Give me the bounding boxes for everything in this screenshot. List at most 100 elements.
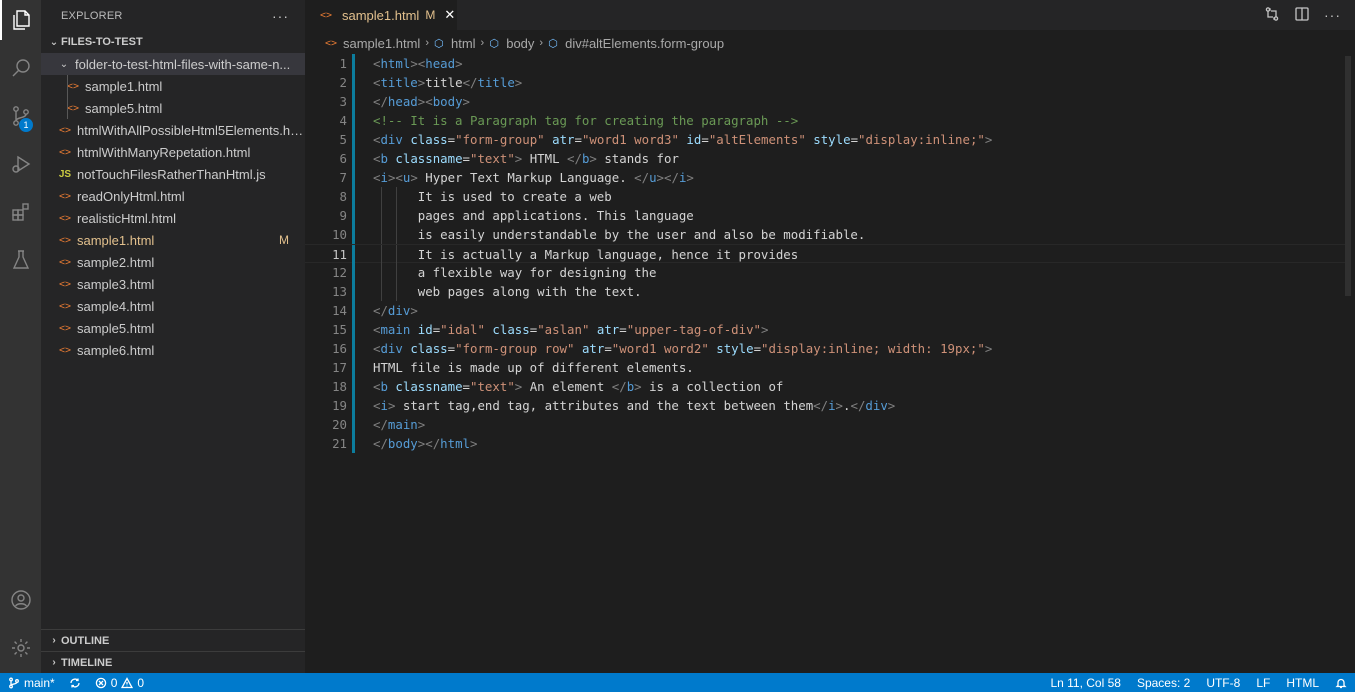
- notifications-bell-icon[interactable]: [1335, 677, 1347, 689]
- tree-item[interactable]: <> htmlWithAllPossibleHtml5Elements.html: [41, 119, 305, 141]
- code-line[interactable]: 6 <b classname="text"> HTML </b> stands f…: [305, 149, 1345, 168]
- tree-item[interactable]: <> sample5.html: [41, 97, 305, 119]
- code-line[interactable]: 17 HTML file is made up of different elem…: [305, 358, 1345, 377]
- code-line[interactable]: 18 <b classname="text"> An element </b> i…: [305, 377, 1345, 396]
- code-line[interactable]: 4 <!-- It is a Paragraph tag for creating…: [305, 111, 1345, 130]
- open-changes-icon[interactable]: [1264, 6, 1280, 25]
- code-editor[interactable]: 1 <html><head> 2 <title>title</title> 3 </hea…: [305, 54, 1355, 673]
- code-line[interactable]: 15 <main id="idal" class="aslan" atr="upp…: [305, 320, 1345, 339]
- tab-sample1-html[interactable]: <> sample1.html M ✕: [305, 0, 457, 30]
- cursor-position[interactable]: Ln 11, Col 58: [1050, 676, 1121, 690]
- tree-item[interactable]: <> sample6.html: [41, 339, 305, 361]
- workspace-title: FILES-TO-TEST: [61, 36, 143, 48]
- code-line[interactable]: 11 It is actually a Markup language, hen…: [305, 244, 1345, 264]
- line-number: 21: [332, 436, 347, 451]
- tree-item-label: sample1.html: [77, 232, 155, 248]
- tree-item[interactable]: <> htmlWithManyRepetation.html: [41, 141, 305, 163]
- tree-item[interactable]: <> sample2.html: [41, 251, 305, 273]
- code-line[interactable]: 8 It is used to create a web: [305, 187, 1345, 206]
- tree-item[interactable]: <> sample3.html: [41, 273, 305, 295]
- code-line[interactable]: 9 pages and applications. This language: [305, 206, 1345, 225]
- tree-item-label: folder-to-test-html-files-with-same-n...: [75, 56, 291, 72]
- problems-status[interactable]: 0 0: [95, 676, 144, 690]
- code-line[interactable]: 14 </div>: [305, 301, 1345, 320]
- js-file-icon: JS: [58, 168, 72, 180]
- split-editor-icon[interactable]: [1294, 6, 1310, 25]
- code-line[interactable]: 12 a flexible way for designing the: [305, 263, 1345, 282]
- tree-item[interactable]: JS notTouchFilesRatherThanHtml.js: [41, 163, 305, 185]
- tree-item-label: htmlWithAllPossibleHtml5Elements.html: [77, 122, 305, 138]
- editor-group: <> sample1.html M ✕ ··· <> sample1.html …: [305, 0, 1355, 673]
- language-mode[interactable]: HTML: [1286, 676, 1319, 690]
- code-line[interactable]: 5 <div class="form-group" atr="word1 word…: [305, 130, 1345, 149]
- element-cube-icon: ⬡: [433, 37, 444, 50]
- chevron-right-icon: ›: [52, 657, 56, 668]
- breadcrumb-item[interactable]: div#altElements.form-group: [565, 36, 724, 51]
- settings-gear-icon[interactable]: [0, 628, 41, 668]
- chevron-down-icon: ⌄: [49, 36, 59, 48]
- end-of-line[interactable]: LF: [1256, 676, 1270, 690]
- code-line[interactable]: 1 <html><head>: [305, 54, 1345, 73]
- code-line[interactable]: 2 <title>title</title>: [305, 73, 1345, 92]
- outline-title: OUTLINE: [61, 634, 110, 647]
- code-text: <main id="idal" class="aslan" atr="upper…: [373, 322, 769, 337]
- sync-status[interactable]: [69, 677, 81, 689]
- outline-section[interactable]: › OUTLINE: [41, 629, 305, 651]
- tree-item[interactable]: <> readOnlyHtml.html: [41, 185, 305, 207]
- code-line[interactable]: 3 </head><body>: [305, 92, 1345, 111]
- code-line[interactable]: 13 web pages along with the text.: [305, 282, 1345, 301]
- line-number: 16: [332, 341, 347, 356]
- chevron-down-icon: ⌄: [59, 58, 69, 70]
- run-debug-icon[interactable]: [0, 144, 41, 184]
- encoding[interactable]: UTF-8: [1206, 676, 1240, 690]
- line-number: 3: [339, 94, 347, 109]
- code-text: It is used to create a web: [373, 189, 612, 204]
- scrollbar-thumb[interactable]: [1345, 56, 1351, 296]
- timeline-section[interactable]: › TIMELINE: [41, 651, 305, 673]
- chevron-right-icon: ›: [480, 37, 485, 49]
- tree-item-label: sample5.html: [85, 100, 163, 116]
- tree-item-label: sample3.html: [77, 276, 155, 292]
- tree-item[interactable]: <> sample1.html: [41, 75, 305, 97]
- code-line[interactable]: 10 is easily understandable by the user …: [305, 225, 1345, 244]
- code-line[interactable]: 7 <i><u> Hyper Text Markup Language. </u>…: [305, 168, 1345, 187]
- element-cube-icon: ⬡: [489, 37, 499, 50]
- tree-item-modified[interactable]: <> sample1.html M: [41, 229, 305, 251]
- tree-item[interactable]: <> sample5.html: [41, 317, 305, 339]
- code-text: </head><body>: [373, 94, 471, 109]
- indent-guide: [67, 97, 68, 119]
- indentation[interactable]: Spaces: 2: [1137, 676, 1190, 690]
- code-line[interactable]: 16 <div class="form-group row" atr="word1…: [305, 339, 1345, 358]
- code-text: <div class="form-group" atr="word1 word3…: [373, 132, 993, 147]
- code-line[interactable]: 21 </body></html>: [305, 434, 1345, 453]
- breadcrumb-item[interactable]: body: [506, 36, 534, 51]
- gutter-modified-marker: [352, 301, 355, 320]
- breadcrumb-item[interactable]: sample1.html: [343, 36, 420, 51]
- gutter-modified-marker: [352, 415, 355, 434]
- tree-folder[interactable]: ⌄ folder-to-test-html-files-with-same-n.…: [41, 53, 305, 75]
- more-actions-icon[interactable]: ···: [1324, 7, 1341, 23]
- line-number: 12: [332, 265, 347, 280]
- search-icon[interactable]: [0, 48, 41, 88]
- code-line[interactable]: 19 <i> start tag,end tag, attributes and …: [305, 396, 1345, 415]
- gutter-modified-marker: [352, 434, 355, 453]
- workspace-section[interactable]: ⌄ FILES-TO-TEST: [41, 31, 305, 53]
- tab-label: sample1.html: [342, 7, 420, 23]
- accounts-icon[interactable]: [0, 580, 41, 620]
- extensions-icon[interactable]: [0, 192, 41, 232]
- breadcrumb-item[interactable]: html: [451, 36, 476, 51]
- html-file-icon: <>: [319, 9, 333, 21]
- tree-item[interactable]: <> realisticHtml.html: [41, 207, 305, 229]
- close-icon[interactable]: ✕: [444, 7, 455, 23]
- explorer-icon[interactable]: [0, 0, 41, 40]
- code-line[interactable]: 20 </main>: [305, 415, 1345, 434]
- more-actions-icon[interactable]: ···: [272, 8, 289, 24]
- line-number: 6: [339, 151, 347, 166]
- testing-icon[interactable]: [0, 240, 41, 280]
- line-number: 18: [332, 379, 347, 394]
- code-text: <!-- It is a Paragraph tag for creating …: [373, 113, 799, 128]
- gutter-modified-marker: [352, 149, 355, 168]
- source-control-icon[interactable]: 1: [0, 96, 41, 136]
- tree-item[interactable]: <> sample4.html: [41, 295, 305, 317]
- branch-status[interactable]: main*: [8, 676, 55, 690]
